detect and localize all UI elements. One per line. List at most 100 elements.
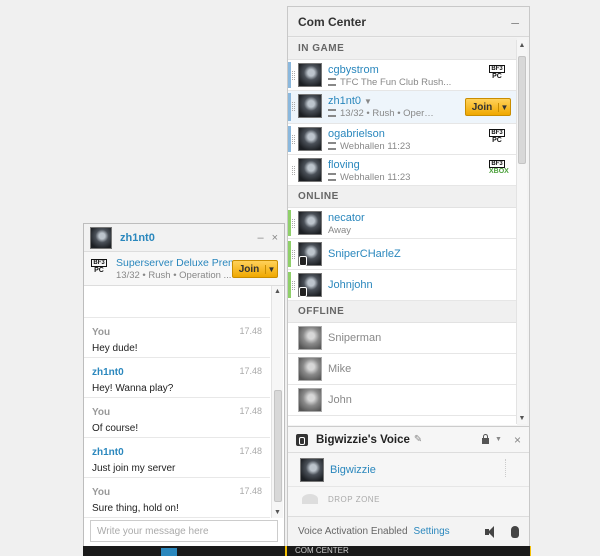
message-text: Of course! (92, 423, 139, 434)
drag-handle-icon[interactable] (292, 71, 295, 80)
friend-row-johnjohn[interactable]: Johnjohn (288, 270, 517, 301)
friend-row-sniperman[interactable]: Sniperman (288, 323, 517, 354)
message-time: 17.48 (239, 366, 262, 376)
minimize-icon[interactable]: – (511, 15, 519, 29)
scroll-down-icon[interactable]: ▼ (517, 415, 527, 422)
friend-row-necator[interactable]: necator Away (288, 208, 517, 239)
close-icon[interactable]: × (514, 433, 521, 447)
chat-message: You 17.48 Hey dude! (84, 318, 270, 358)
voice-user-name[interactable]: Bigwizzie (330, 464, 376, 476)
friends-scrollbar[interactable]: ▲ ▼ (516, 40, 527, 424)
chevron-down-icon[interactable]: ▼ (495, 436, 502, 443)
friend-name[interactable]: ogabrielson (328, 128, 385, 140)
friend-row-john[interactable]: John (288, 385, 517, 416)
friends-list: IN GAME cgbystrom TFC The Fun Club Rush.… (288, 38, 517, 425)
avatar (298, 158, 322, 182)
server-name[interactable]: Superserver Deluxe Prem... (116, 257, 236, 269)
close-icon[interactable]: × (272, 232, 278, 244)
friend-name[interactable]: SniperCHarleZ (328, 248, 401, 260)
drag-handle-icon[interactable] (292, 281, 295, 290)
voice-channel-icon (296, 433, 308, 446)
server-info-bar: BF3 PC Superserver Deluxe Prem... 13/32 •… (84, 252, 284, 286)
platform-badge-xbox: BF3 XBOX (489, 160, 509, 175)
drag-handle-icon[interactable] (292, 135, 295, 144)
friend-name[interactable]: floving (328, 159, 360, 171)
chevron-down-icon[interactable]: ▼ (265, 264, 277, 274)
lock-icon[interactable] (482, 433, 490, 444)
taskbar-chat-tab[interactable] (83, 546, 285, 556)
server-details: 13/32 • Rush • Operation ... (116, 270, 232, 281)
settings-link[interactable]: Settings (414, 526, 450, 537)
microphone-icon (299, 256, 307, 266)
chat-message: You 17.48 Of course! (84, 398, 270, 438)
drag-handle-icon[interactable] (292, 250, 295, 259)
chat-message: zh1nt0 17.48 Hey! Wanna play? (84, 358, 270, 398)
join-label[interactable]: Join (233, 264, 265, 275)
avatar (298, 326, 322, 350)
friend-name[interactable]: John (328, 394, 352, 406)
friend-row-floving[interactable]: floving Webhallen 11:23 BF3 XBOX (288, 155, 517, 186)
friend-name[interactable]: Mike (328, 363, 351, 375)
message-sender: You (92, 407, 111, 418)
chevron-down-icon[interactable]: ▼ (364, 97, 372, 106)
join-label[interactable]: Join (466, 102, 498, 113)
message-sender: zh1nt0 (92, 447, 124, 458)
message-time: 17.48 (239, 446, 262, 456)
drag-handle-icon[interactable] (292, 219, 295, 228)
friend-row-cgbystrom[interactable]: cgbystrom TFC The Fun Club Rush... BF3 PC (288, 60, 517, 91)
voice-user-row[interactable]: Bigwizzie (288, 453, 529, 487)
chat-message: You 17.48 Sure thing, hold on! (84, 478, 270, 518)
taskbar-chat-icon (161, 548, 177, 556)
microphone-icon[interactable] (511, 525, 519, 538)
message-text: Sure thing, hold on! (92, 503, 179, 514)
drag-handle-icon[interactable] (505, 459, 519, 477)
avatar (298, 94, 322, 118)
pencil-icon[interactable]: ✎ (414, 434, 422, 445)
join-button[interactable]: Join ▼ (232, 260, 278, 278)
platform-badge-pc: BF3 PC (489, 129, 505, 145)
friend-status: Webhallen 11:23 (328, 172, 410, 183)
message-time: 17.48 (239, 326, 262, 336)
chat-scrollbar[interactable]: ▲ ▼ (271, 286, 283, 518)
chat-title[interactable]: zh1nt0 (120, 232, 155, 244)
taskbar-com-center-tab[interactable]: COM CENTER (287, 546, 530, 556)
com-center-title: Com Center (298, 14, 367, 29)
scroll-down-icon[interactable]: ▼ (272, 509, 283, 516)
friend-name[interactable]: zh1nt0 ▼ (328, 95, 372, 107)
friend-row-snipercharlez[interactable]: SniperCHarleZ (288, 239, 517, 270)
scroll-up-icon[interactable]: ▲ (272, 288, 283, 295)
message-time: 17.48 (239, 486, 262, 496)
voice-header: Bigwizzie's Voice ✎ ▼ × (288, 427, 529, 453)
friend-name[interactable]: cgbystrom (328, 64, 379, 76)
friend-name[interactable]: necator (328, 212, 365, 224)
drag-handle-icon[interactable] (292, 102, 295, 111)
join-button[interactable]: Join ▼ (465, 98, 511, 116)
friend-row-zh1nt0[interactable]: zh1nt0▼ 13/32 • Rush • Operation... Join… (288, 91, 517, 124)
section-offline: OFFLINE (288, 301, 517, 323)
platform-badge-pc: BF3 PC (489, 65, 505, 81)
online-indicator (288, 241, 291, 267)
minimize-icon[interactable]: – (257, 232, 263, 244)
message-spacer (84, 286, 270, 318)
chat-window: zh1nt0 – × BF3 PC Superserver Deluxe Prem… (83, 223, 285, 549)
drop-zone-label: DROP ZONE (328, 494, 380, 504)
friend-status: Away (328, 225, 352, 236)
server-icon (328, 142, 336, 150)
message-time: 17.48 (239, 406, 262, 416)
speaker-icon[interactable] (485, 525, 497, 538)
scrollbar-thumb[interactable] (274, 390, 282, 502)
drag-handle-icon[interactable] (292, 166, 295, 175)
drop-zone[interactable]: DROP ZONE (288, 487, 529, 511)
message-input[interactable] (90, 520, 278, 542)
chevron-down-icon[interactable]: ▼ (498, 102, 510, 112)
friend-name[interactable]: Sniperman (328, 332, 381, 344)
scrollbar-thumb[interactable] (518, 56, 526, 164)
friend-row-mike[interactable]: Mike (288, 354, 517, 385)
friend-status: TFC The Fun Club Rush... (328, 77, 451, 88)
chat-message: zh1nt0 17.48 Just join my server (84, 438, 270, 478)
message-sender: You (92, 327, 111, 338)
friend-name[interactable]: Johnjohn (328, 279, 373, 291)
scroll-up-icon[interactable]: ▲ (517, 42, 527, 49)
friend-row-ogabrielson[interactable]: ogabrielson Webhallen 11:23 BF3 PC (288, 124, 517, 155)
voice-panel: Bigwizzie's Voice ✎ ▼ × Bigwizzie DROP Z… (288, 426, 529, 546)
